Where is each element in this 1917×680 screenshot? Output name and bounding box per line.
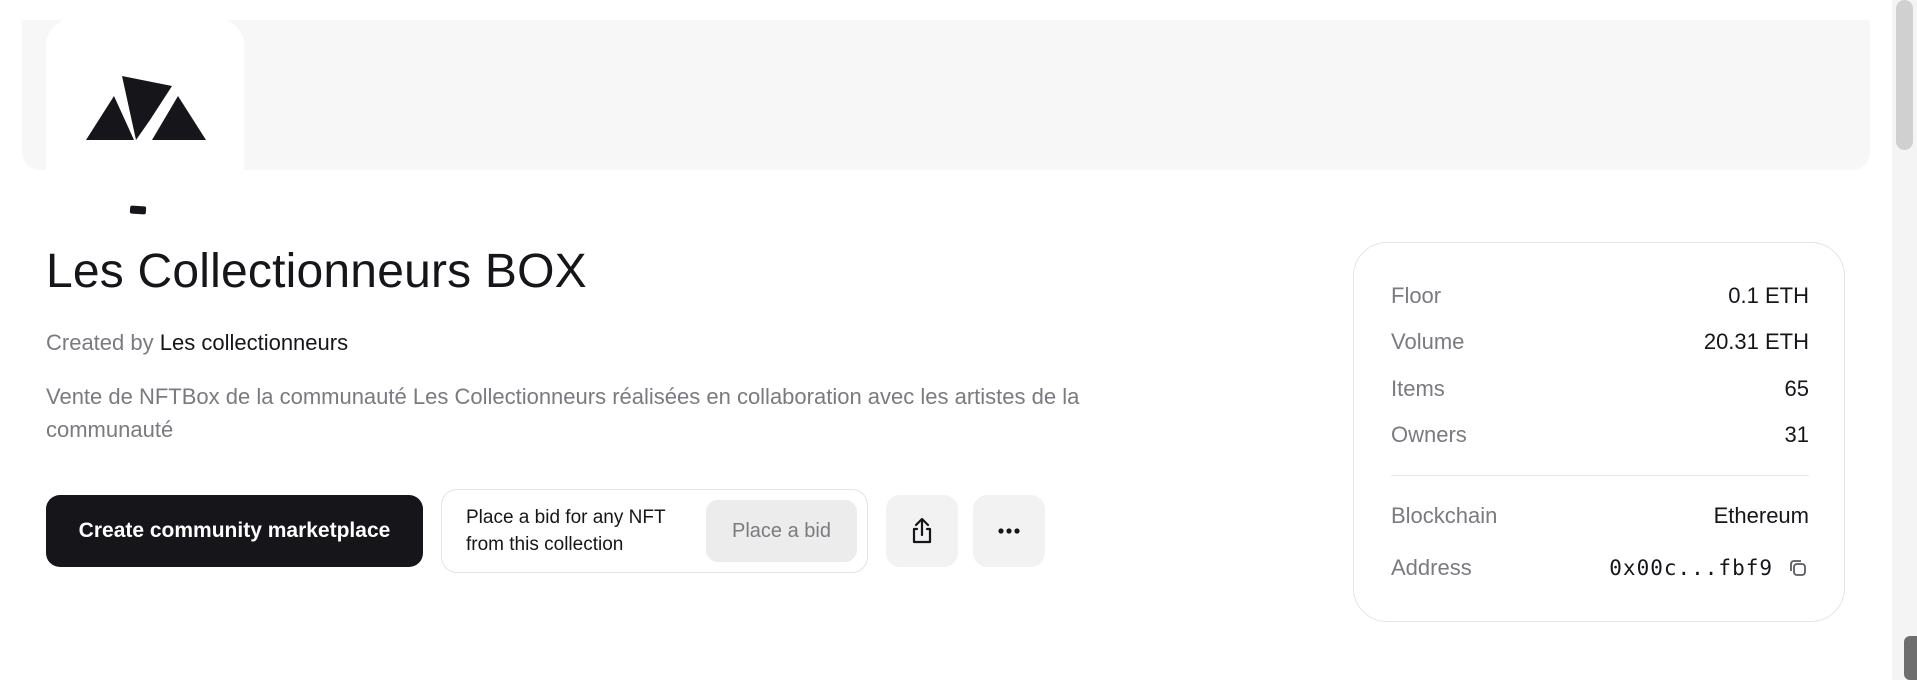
share-button[interactable]	[886, 495, 958, 567]
creator-link[interactable]: Les collectionneurs	[160, 330, 348, 355]
stat-blockchain: Blockchain Ethereum	[1391, 501, 1809, 531]
stat-address: Address 0x00c...fbf9	[1391, 553, 1809, 583]
stat-volume-value: 20.31 ETH	[1703, 329, 1809, 354]
scrollbar-corner	[1904, 636, 1917, 680]
more-options-button[interactable]	[973, 495, 1045, 567]
created-by-prefix: Created by	[46, 330, 154, 355]
stat-owners: Owners 31	[1391, 420, 1809, 450]
contract-address[interactable]: 0x00c...fbf9	[1609, 556, 1773, 580]
place-bid-button[interactable]: Place a bid	[706, 500, 857, 562]
stat-address-label: Address	[1391, 555, 1472, 580]
stat-items: Items 65	[1391, 374, 1809, 404]
collection-avatar	[46, 18, 244, 215]
stats-divider	[1391, 475, 1809, 476]
stat-volume: Volume 20.31 ETH	[1391, 327, 1809, 357]
stat-items-label: Items	[1391, 376, 1445, 401]
collection-bid-box: Place a bid for any NFT from this collec…	[441, 489, 868, 573]
page-title: Les Collectionneurs BOX	[46, 245, 587, 298]
collection-description: Vente de NFTBox de la communauté Les Col…	[46, 384, 1080, 442]
collection-banner	[22, 20, 1870, 170]
collection-stats-card: Floor 0.1 ETH Volume 20.31 ETH Items 65 …	[1353, 242, 1845, 622]
created-by: Created by Les collectionneurs	[46, 330, 348, 356]
address-group: 0x00c...fbf9	[1609, 556, 1809, 580]
copy-icon[interactable]	[1787, 557, 1809, 579]
stat-blockchain-value: Ethereum	[1713, 503, 1809, 528]
collection-page: Les Collectionneurs BOX Created by Les c…	[0, 0, 1917, 680]
stat-floor-label: Floor	[1391, 283, 1442, 308]
collection-logo	[86, 76, 206, 215]
share-icon	[912, 517, 932, 544]
stat-blockchain-label: Blockchain	[1391, 503, 1498, 528]
scrollbar-thumb[interactable]	[1896, 0, 1913, 150]
stat-floor: Floor 0.1 ETH	[1391, 281, 1809, 311]
stat-owners-label: Owners	[1391, 422, 1467, 447]
stat-floor-value: 0.1 ETH	[1728, 283, 1809, 308]
stat-owners-value: 31	[1784, 422, 1809, 447]
stat-volume-label: Volume	[1391, 329, 1465, 354]
bid-prompt: Place a bid for any NFT from this collec…	[466, 507, 666, 555]
more-icon	[998, 528, 1020, 534]
stat-items-value: 65	[1784, 376, 1809, 401]
create-community-marketplace-button[interactable]: Create community marketplace	[46, 495, 423, 567]
